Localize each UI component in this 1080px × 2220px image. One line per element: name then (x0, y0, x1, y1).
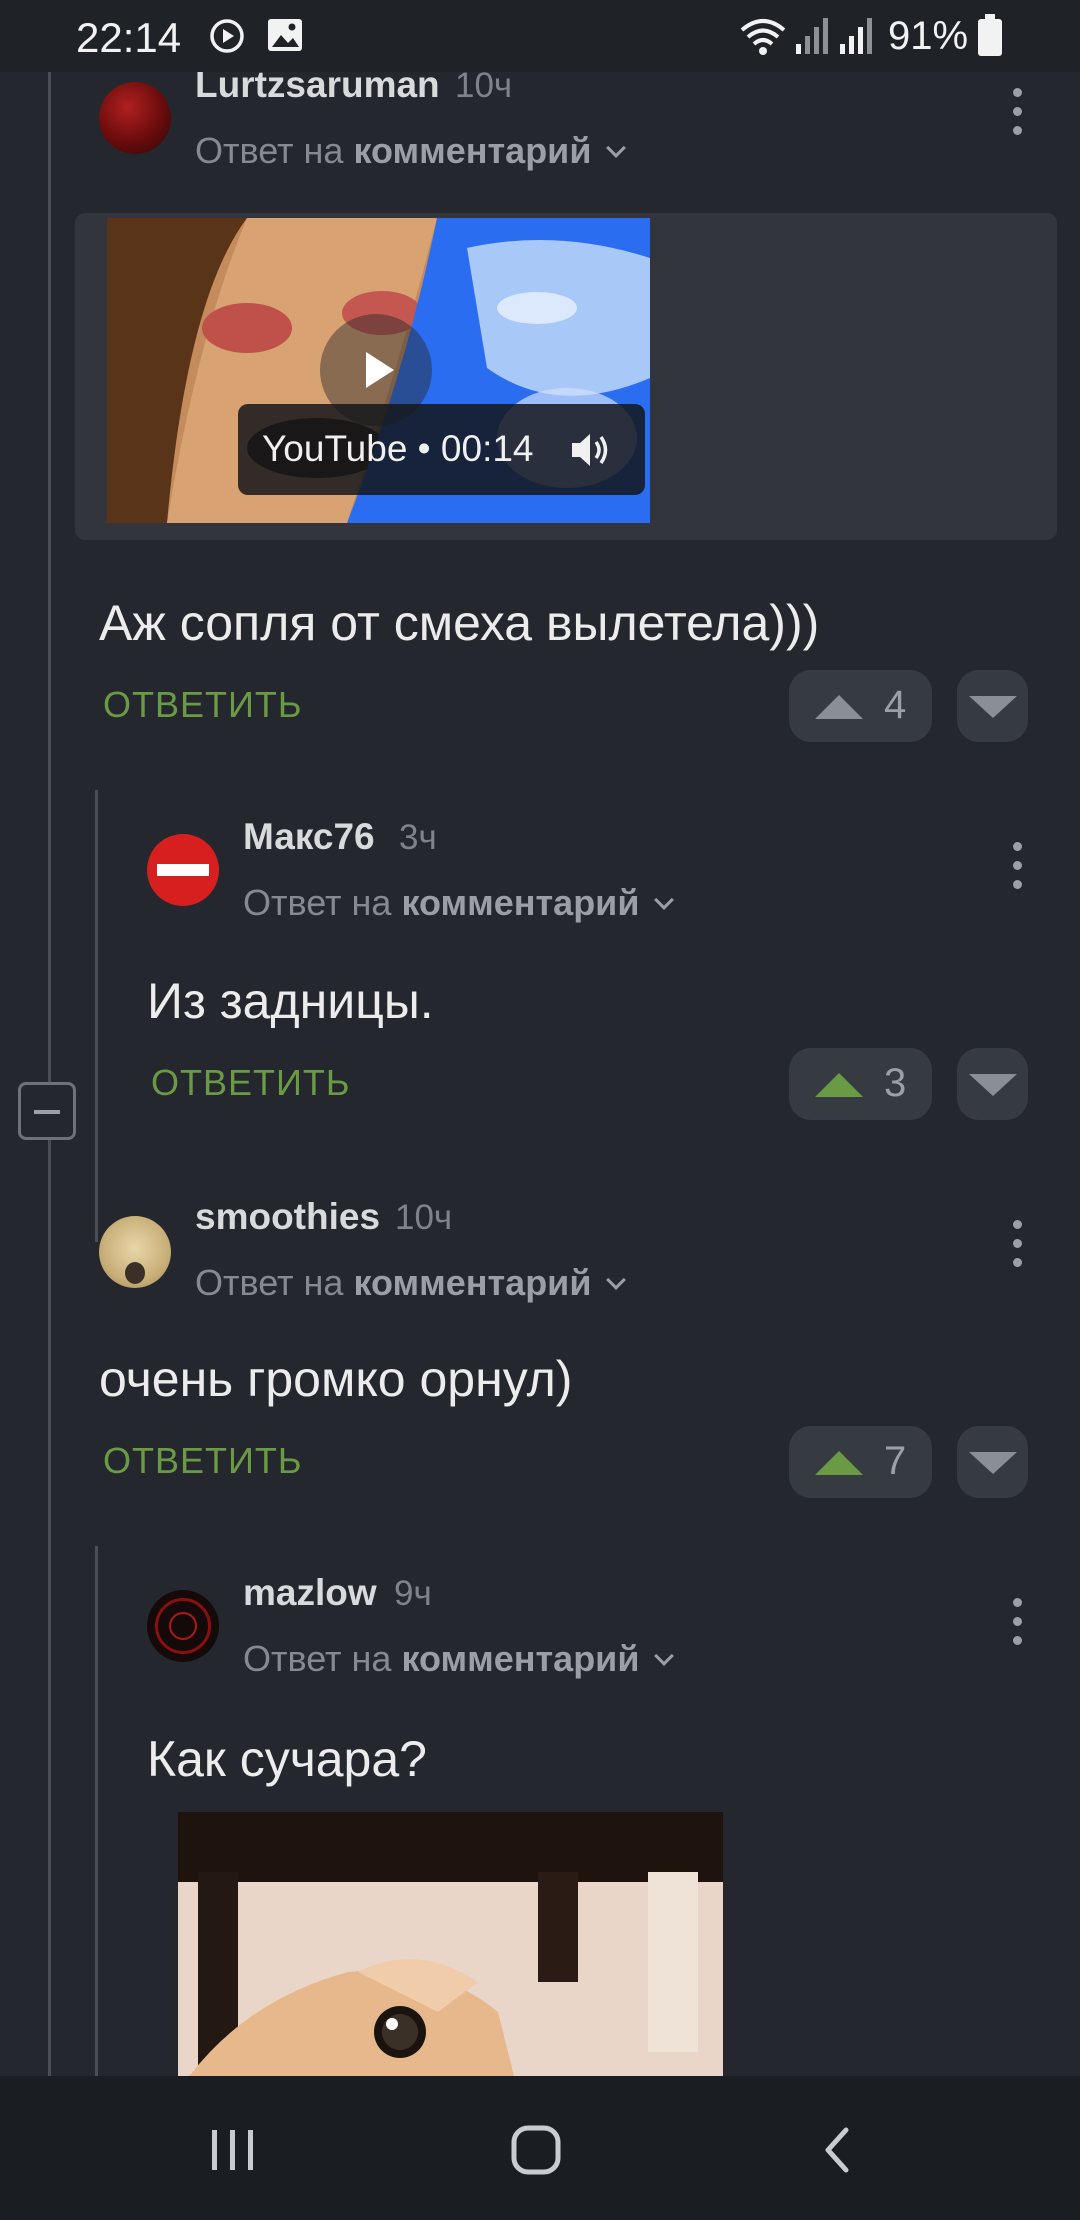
avatar[interactable] (99, 82, 171, 154)
downvote-button[interactable] (957, 1048, 1028, 1120)
home-icon[interactable] (510, 2124, 562, 2176)
upvote-icon (815, 695, 863, 719)
media-icon (210, 19, 244, 53)
more-options-icon[interactable] (1007, 842, 1027, 898)
vote-count: 4 (884, 683, 907, 727)
reply-button[interactable]: ОТВЕТИТЬ (151, 1062, 351, 1104)
more-options-icon[interactable] (1007, 1220, 1027, 1276)
downvote-button[interactable] (957, 670, 1028, 742)
comment-author[interactable]: Макс76 (243, 816, 375, 858)
reply-button[interactable]: ОТВЕТИТЬ (103, 684, 303, 726)
video-info-pill: YouTube • 00:14 (238, 404, 645, 495)
comment-time: 10ч (395, 1198, 453, 1237)
reply-to-target: комментарий (401, 1638, 640, 1679)
status-time: 22:14 (76, 14, 182, 61)
reply-to-target: комментарий (401, 882, 640, 923)
vote-count: 7 (884, 1439, 907, 1483)
comment-image[interactable] (178, 1812, 723, 2076)
reply-to-link[interactable]: Ответ на комментарий (243, 1638, 675, 1680)
upvote-button[interactable]: 7 (789, 1426, 932, 1498)
chevron-down-icon (606, 138, 627, 158)
upvote-icon (815, 1073, 863, 1097)
comment-author[interactable]: smoothies (195, 1196, 380, 1238)
status-bar: 22:14 91% (0, 0, 1080, 72)
system-nav-bar (0, 2076, 1080, 2220)
collapse-thread-button[interactable] (18, 1082, 76, 1140)
reply-to-prefix: Ответ на (243, 882, 392, 923)
reply-to-target: комментарий (353, 1262, 592, 1303)
comments-feed[interactable]: Lurtzsaruman 10ч Ответ на комментарий Yo… (0, 72, 1080, 2076)
reply-to-link[interactable]: Ответ на комментарий (195, 1262, 627, 1304)
downvote-icon (969, 1452, 1017, 1474)
reply-to-prefix: Ответ на (195, 1262, 344, 1303)
chevron-down-icon (654, 890, 675, 910)
thread-line (95, 790, 98, 1242)
thread-line (95, 1546, 98, 2076)
reply-button[interactable]: ОТВЕТИТЬ (103, 1440, 303, 1482)
reply-to-prefix: Ответ на (195, 130, 344, 171)
comment-text: Из задницы. (147, 973, 434, 1029)
downvote-icon (969, 1074, 1017, 1096)
back-icon[interactable] (820, 2126, 854, 2174)
reply-to-link[interactable]: Ответ на комментарий (195, 130, 627, 172)
downvote-button[interactable] (957, 1426, 1028, 1498)
image-icon (268, 19, 302, 51)
chevron-down-icon (606, 1270, 627, 1290)
more-options-icon[interactable] (1007, 1598, 1027, 1654)
signal-icon (796, 18, 828, 54)
upvote-icon (815, 1451, 863, 1475)
upvote-button[interactable]: 3 (789, 1048, 932, 1120)
comment-time: 10ч (455, 72, 513, 105)
comment-text: очень громко орнул) (99, 1351, 573, 1407)
avatar[interactable] (147, 1590, 219, 1662)
more-options-icon[interactable] (1007, 88, 1027, 144)
comment-time: 3ч (399, 818, 437, 857)
comment-author[interactable]: Lurtzsaruman (195, 72, 440, 106)
reply-to-target: комментарий (353, 130, 592, 171)
comment-time: 9ч (394, 1574, 432, 1613)
avatar[interactable] (147, 834, 219, 906)
chevron-down-icon (654, 1646, 675, 1666)
reply-to-prefix: Ответ на (243, 1638, 392, 1679)
signal-icon (840, 18, 872, 54)
avatar[interactable] (99, 1216, 171, 1288)
vote-count: 3 (884, 1061, 907, 1105)
comment-author[interactable]: mazlow (243, 1572, 377, 1614)
recent-apps-icon[interactable] (208, 2126, 258, 2174)
comment-text: Аж сопля от смеха вылетела))) (99, 595, 820, 651)
comment-text: Как сучара? (147, 1731, 427, 1787)
wifi-icon (740, 19, 786, 55)
volume-icon[interactable] (570, 430, 614, 470)
thread-line (48, 72, 51, 2076)
battery-percent: 91% (888, 14, 969, 58)
downvote-icon (969, 696, 1017, 718)
reply-to-link[interactable]: Ответ на комментарий (243, 882, 675, 924)
battery-icon (978, 14, 1002, 56)
upvote-button[interactable]: 4 (789, 670, 932, 742)
video-label: YouTube • 00:14 (262, 428, 534, 469)
